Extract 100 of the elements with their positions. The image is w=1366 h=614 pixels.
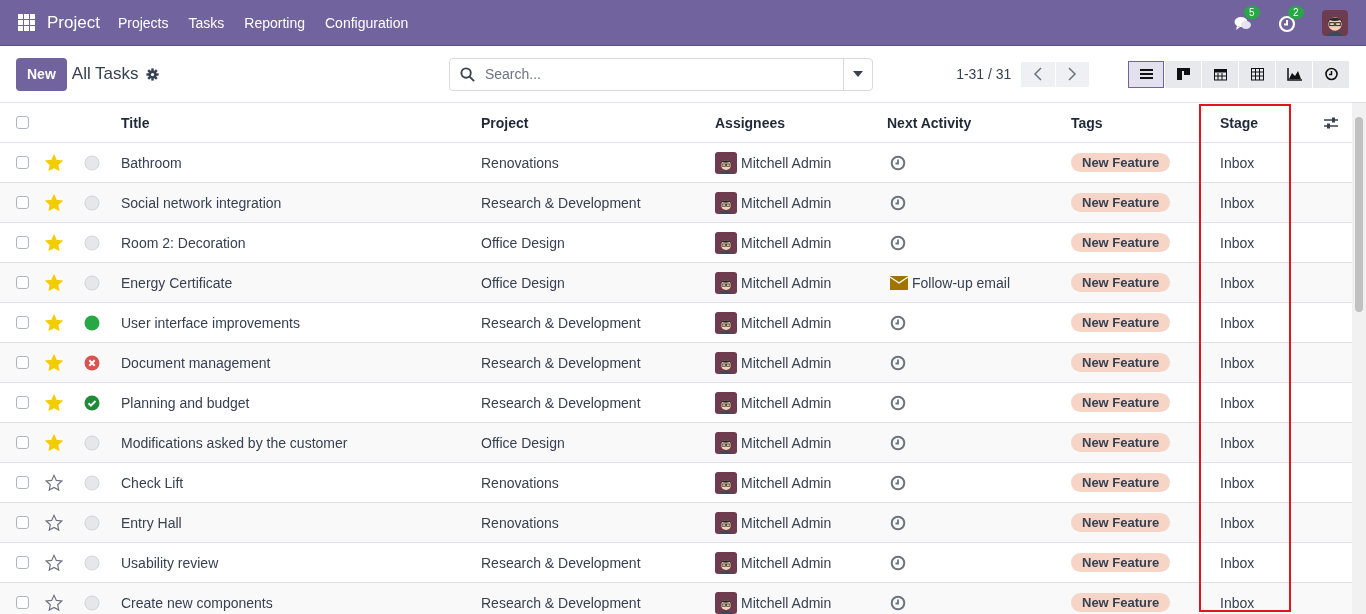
assignee-name: Mitchell Admin (741, 514, 832, 531)
clock-icon[interactable] (890, 514, 906, 531)
column-header[interactable]: Assignees (715, 114, 786, 131)
new-button[interactable]: New (16, 57, 67, 91)
star-icon[interactable] (45, 553, 63, 572)
project-name: Research & Development (481, 194, 641, 211)
menu-item[interactable]: Tasks (188, 14, 225, 31)
status-circle-icon[interactable] (84, 274, 100, 291)
row-checkbox[interactable] (16, 196, 29, 209)
clock-icon[interactable] (890, 554, 906, 571)
assignee-name: Mitchell Admin (741, 554, 832, 571)
activity-label[interactable]: Follow-up email (912, 274, 1011, 291)
blocked-x-icon[interactable] (84, 354, 100, 371)
app-name[interactable]: Project (47, 12, 100, 33)
column-header[interactable]: Title (121, 114, 150, 131)
row-checkbox[interactable] (16, 396, 29, 409)
chevron-right-icon (1067, 67, 1078, 81)
row-checkbox[interactable] (16, 276, 29, 289)
column-header[interactable]: Project (481, 114, 529, 131)
tag-badge: New Feature (1071, 433, 1171, 452)
column-header[interactable]: Next Activity (887, 114, 972, 131)
message-count: 5 (1244, 5, 1260, 19)
clock-icon[interactable] (890, 394, 906, 411)
chat-icon[interactable] (1234, 14, 1252, 33)
status-dot-icon[interactable] (84, 314, 100, 331)
clock-icon[interactable] (890, 234, 906, 251)
row-checkbox[interactable] (16, 156, 29, 169)
menu-item[interactable]: Configuration (325, 14, 409, 31)
search-box[interactable]: Search... (448, 57, 874, 91)
row-checkbox[interactable] (16, 236, 29, 249)
activity-view-button[interactable] (1313, 60, 1349, 88)
avatar-icon (715, 231, 737, 254)
row-checkbox[interactable] (16, 356, 29, 369)
kanban-view-icon (1175, 67, 1191, 81)
pivot-view-button[interactable] (1239, 60, 1275, 88)
clock-icon[interactable] (890, 594, 906, 611)
row-checkbox[interactable] (16, 436, 29, 449)
list-view-button[interactable] (1128, 60, 1164, 88)
clock-icon[interactable] (890, 194, 906, 211)
view-title: All Tasks (71, 64, 139, 84)
row-checkbox[interactable] (16, 516, 29, 529)
clock-icon[interactable] (890, 154, 906, 171)
status-circle-icon[interactable] (84, 474, 100, 491)
task-title: Modifications asked by the customer (121, 434, 348, 451)
task-title: Document management (121, 354, 271, 371)
pager-value[interactable]: 1-31 / 31 (956, 66, 1012, 82)
status-circle-icon[interactable] (84, 154, 100, 171)
next-button[interactable] (1055, 61, 1089, 87)
column-header[interactable]: Stage (1220, 114, 1259, 131)
calendar-view-icon (1212, 67, 1228, 81)
assignee-name: Mitchell Admin (741, 274, 832, 291)
task-title: Energy Certificate (121, 274, 233, 291)
star-icon[interactable] (45, 473, 63, 492)
task-title: Social network integration (121, 194, 282, 211)
star-icon[interactable] (45, 593, 63, 612)
clock-icon[interactable] (890, 434, 906, 451)
task-title: Entry Hall (121, 514, 182, 531)
apps-grid-icon[interactable] (18, 14, 35, 31)
previous-button[interactable] (1021, 61, 1055, 87)
graph-view-button[interactable] (1276, 60, 1312, 88)
column-header[interactable]: Tags (1071, 114, 1103, 131)
row-checkbox[interactable] (16, 596, 29, 609)
task-title: Usability review (121, 554, 219, 571)
stage-name: Inbox (1220, 154, 1255, 171)
project-name: Research & Development (481, 354, 641, 371)
stage-name: Inbox (1220, 234, 1255, 251)
status-circle-icon[interactable] (84, 514, 100, 531)
gear-icon[interactable] (145, 67, 159, 81)
calendar-view-button[interactable] (1202, 60, 1238, 88)
status-circle-icon[interactable] (84, 554, 100, 571)
assignee-name: Mitchell Admin (741, 154, 832, 171)
menu-item[interactable]: Reporting (244, 14, 305, 31)
status-circle-icon[interactable] (84, 234, 100, 251)
kanban-view-button[interactable] (1165, 60, 1201, 88)
select-all-checkbox[interactable] (16, 116, 29, 129)
clock-icon[interactable] (890, 354, 906, 371)
status-circle-icon[interactable] (84, 594, 100, 611)
stage-name: Inbox (1220, 514, 1255, 531)
avatar-icon (715, 311, 737, 334)
status-circle-icon[interactable] (84, 434, 100, 451)
scrollbar[interactable] (1352, 103, 1366, 614)
sliders-icon[interactable] (1323, 115, 1339, 130)
assignee-name: Mitchell Admin (741, 314, 832, 331)
project-name: Renovations (481, 514, 559, 531)
clock-icon[interactable] (890, 474, 906, 491)
row-checkbox[interactable] (16, 476, 29, 489)
row-checkbox[interactable] (16, 556, 29, 569)
graph-view-icon (1286, 67, 1302, 81)
star-icon[interactable] (45, 513, 63, 532)
menu-item[interactable]: Projects (117, 14, 169, 31)
activity-view-icon (1323, 67, 1339, 81)
caret-icon[interactable] (853, 71, 864, 77)
tag-badge: New Feature (1071, 473, 1171, 492)
row-checkbox[interactable] (16, 316, 29, 329)
envelope-icon[interactable] (890, 275, 908, 290)
status-circle-icon[interactable] (84, 194, 100, 211)
stage-name: Inbox (1220, 554, 1255, 571)
user-avatar[interactable] (1322, 9, 1348, 36)
check-circle-icon[interactable] (84, 394, 100, 411)
clock-icon[interactable] (890, 314, 906, 331)
